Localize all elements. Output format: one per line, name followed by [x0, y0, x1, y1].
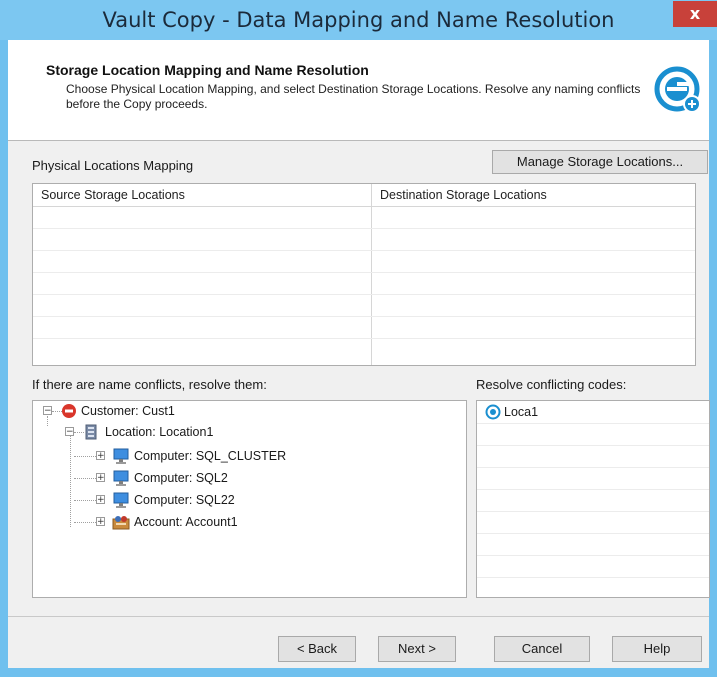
tree-connector [74, 522, 96, 523]
computer-icon [113, 492, 129, 508]
conflicting-codes-label: Resolve conflicting codes: [476, 377, 627, 392]
grid-row-line [33, 316, 695, 317]
title-bar[interactable]: Vault Copy - Data Mapping and Name Resol… [0, 0, 717, 40]
wizard-header: Storage Location Mapping and Name Resolu… [8, 40, 709, 141]
grid-row-line [33, 294, 695, 295]
account-icon [112, 516, 130, 530]
help-button[interactable]: Help [612, 636, 702, 662]
name-conflicts-label: If there are name conflicts, resolve the… [32, 377, 267, 392]
list-item-label: Loca1 [504, 405, 539, 419]
customer-icon [62, 404, 76, 418]
computer-icon [113, 470, 129, 486]
grid-row-line [33, 338, 695, 339]
location-icon [85, 424, 97, 440]
list-row-line [477, 423, 709, 424]
list-row-line [477, 511, 709, 512]
physical-locations-label: Physical Locations Mapping [32, 158, 194, 173]
collapse-icon[interactable]: − [43, 406, 52, 416]
conflicts-tree[interactable]: − Customer: Cust1 − Location: Location1 [32, 400, 467, 598]
next-button[interactable]: Next > [378, 636, 456, 662]
cancel-button[interactable]: Cancel [494, 636, 590, 662]
code-icon [485, 404, 501, 420]
expand-icon[interactable]: + [96, 451, 105, 461]
grid-row-line [33, 272, 695, 273]
tree-connector [47, 416, 48, 426]
tree-node-label: Computer: SQL_CLUSTER [134, 449, 287, 463]
dialog-body: Storage Location Mapping and Name Resolu… [8, 40, 710, 668]
computer-icon [113, 448, 129, 464]
locations-mapping-grid[interactable]: Source Storage Locations Destination Sto… [32, 183, 696, 366]
dialog-window: Vault Copy - Data Mapping and Name Resol… [0, 0, 717, 677]
expand-icon[interactable]: + [96, 517, 105, 527]
tree-node-label: Computer: SQL22 [134, 493, 235, 507]
window-title: Vault Copy - Data Mapping and Name Resol… [102, 8, 615, 32]
list-row-line [477, 489, 709, 490]
close-button[interactable]: x [673, 1, 717, 27]
tree-node-label: Customer: Cust1 [81, 404, 175, 418]
grid-header: Source Storage Locations Destination Sto… [33, 184, 695, 207]
tree-node-label: Account: Account1 [134, 515, 238, 529]
tree-node-label: Location: Location1 [105, 425, 214, 439]
expand-icon[interactable]: + [96, 473, 105, 483]
footer-divider [8, 616, 709, 617]
header-title: Storage Location Mapping and Name Resolu… [46, 62, 369, 78]
column-header-destination[interactable]: Destination Storage Locations [372, 184, 695, 206]
conflicting-codes-list[interactable]: Loca1 [476, 400, 710, 598]
collapse-icon[interactable]: − [65, 427, 74, 437]
grid-row-line [33, 250, 695, 251]
list-row-line [477, 577, 709, 578]
list-row-line [477, 533, 709, 534]
list-row-line [477, 467, 709, 468]
manage-storage-locations-button[interactable]: Manage Storage Locations... [492, 150, 708, 174]
tree-connector [70, 436, 71, 527]
tree-connector [74, 500, 96, 501]
tree-node-label: Computer: SQL2 [134, 471, 228, 485]
column-header-source[interactable]: Source Storage Locations [33, 184, 371, 206]
list-row-line [477, 555, 709, 556]
header-description: Choose Physical Location Mapping, and se… [66, 82, 641, 111]
tree-connector [74, 478, 96, 479]
back-button[interactable]: < Back [278, 636, 356, 662]
list-row-line [477, 445, 709, 446]
grid-row-line [33, 228, 695, 229]
tree-connector [74, 456, 96, 457]
expand-icon[interactable]: + [96, 495, 105, 505]
evault-logo-icon [654, 66, 701, 113]
